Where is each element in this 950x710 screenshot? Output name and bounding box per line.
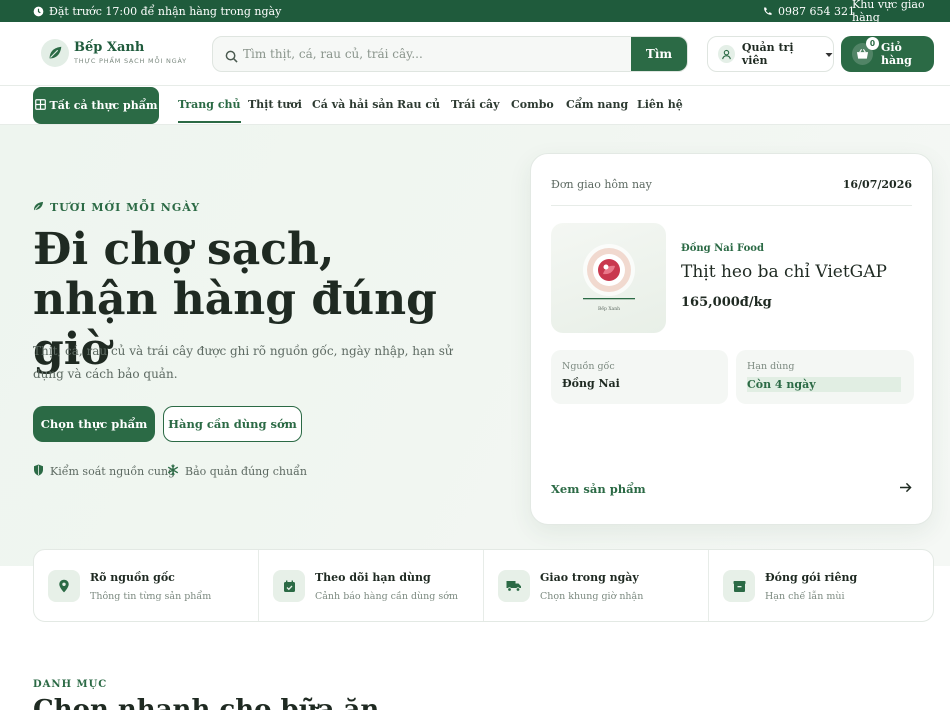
origin-label: Nguồn gốc: [562, 361, 615, 372]
proper-storage-badge: Bảo quản đúng chuẩn: [167, 464, 307, 479]
feature-expiry: Theo dõi hạn dùng Cảnh báo hàng cần dùng…: [259, 550, 484, 621]
feature-packaging: Đóng gói riêng Hạn chế lẫn mùi: [709, 550, 933, 621]
expiry-value: Còn 4 ngày: [747, 377, 901, 392]
shield-icon: [33, 464, 44, 479]
today-order-card: Đơn giao hôm nay 16/07/2026 Bếp Xanh Đồn…: [530, 153, 933, 525]
features-strip: Rõ nguồn gốc Thông tin từng sản phẩm The…: [33, 549, 934, 622]
account-label: Quản trị viên: [741, 41, 794, 67]
grid-icon: [34, 98, 46, 113]
nav-item-fruits[interactable]: Trái cây: [451, 98, 500, 111]
divider: [551, 205, 912, 206]
feature-subtitle: Chọn khung giờ nhận: [540, 591, 644, 602]
hero-eyebrow-text: TƯƠI MỚI MỖI NGÀY: [50, 201, 201, 214]
nav-item-seafood[interactable]: Cá và hải sản: [312, 98, 394, 111]
cart-count-badge: 0: [865, 37, 879, 50]
origin-value: Đồng Nai: [562, 377, 620, 390]
supply-control-badge: Kiểm soát nguồn cung: [33, 464, 175, 479]
search-icon: [225, 48, 238, 67]
choose-food-button[interactable]: Chọn thực phẩm: [33, 406, 155, 442]
hero-description: Thịt, cá, rau củ và trái cây được ghi rõ…: [33, 344, 453, 381]
image-caption: Bếp Xanh: [597, 305, 619, 312]
truck-icon: [498, 570, 530, 602]
arrow-right-icon: [899, 482, 912, 496]
cart-label: Giỏ hàng: [880, 41, 912, 67]
delivery-area-link[interactable]: Khu vực giao hàng: [852, 0, 950, 24]
search-button[interactable]: Tìm: [631, 37, 687, 71]
order-card-heading: Đơn giao hôm nay: [551, 178, 652, 191]
account-menu[interactable]: Quản trị viên: [707, 36, 834, 72]
proper-storage-text: Bảo quản đúng chuẩn: [185, 465, 307, 478]
nav-item-vegetables[interactable]: Rau củ: [397, 98, 440, 111]
nav-item-contact[interactable]: Liên hệ: [637, 98, 683, 111]
clock-icon: [33, 6, 44, 17]
delivery-notice: Đặt trước 17:00 để nhận hàng trong ngày: [33, 0, 281, 22]
feature-title: Rõ nguồn gốc: [90, 571, 175, 584]
category-section-title: Chọn nhanh cho bữa ăn: [33, 695, 380, 710]
feature-title: Giao trong ngày: [540, 571, 639, 584]
search-input[interactable]: [243, 37, 643, 71]
supply-control-text: Kiểm soát nguồn cung: [50, 465, 176, 478]
feature-same-day: Giao trong ngày Chọn khung giờ nhận: [484, 550, 709, 621]
hotline-number[interactable]: 0987 654 321: [778, 5, 855, 18]
feature-subtitle: Hạn chế lẫn mùi: [765, 591, 845, 602]
feature-subtitle: Thông tin từng sản phẩm: [90, 591, 212, 602]
order-card-header: Đơn giao hôm nay 16/07/2026: [551, 178, 912, 191]
main-nav: Tất cả thực phẩm Trang chủ Thịt tươi Cá …: [0, 86, 950, 125]
nav-item-combo[interactable]: Combo: [511, 98, 554, 111]
leaf-logo-icon: [41, 39, 69, 67]
location-pin-icon: [48, 570, 80, 602]
calendar-check-icon: [273, 570, 305, 602]
view-product-label: Xem sản phẩm: [551, 482, 646, 496]
phone-icon: [762, 6, 773, 17]
snowflake-icon: [167, 464, 179, 479]
product-name[interactable]: Thịt heo ba chỉ VietGAP: [681, 262, 887, 282]
product-brand: Đồng Nai Food: [681, 243, 764, 254]
top-bar: Đặt trước 17:00 để nhận hàng trong ngày …: [0, 0, 950, 24]
search-bar: Tìm: [212, 36, 688, 72]
category-eyebrow: DANH MỤC: [33, 679, 108, 690]
product-price: 165,000đ/kg: [681, 295, 772, 310]
cart-button[interactable]: 0 Giỏ hàng: [841, 36, 934, 72]
feature-subtitle: Cảnh báo hàng cần dùng sớm: [315, 591, 458, 602]
logo-title: Bếp Xanh: [74, 40, 145, 55]
order-date: 16/07/2026: [842, 178, 912, 191]
product-image[interactable]: Bếp Xanh: [551, 223, 666, 333]
logo[interactable]: Bếp Xanh THỰC PHẨM SẠCH MỖI NGÀY: [41, 39, 187, 67]
expiry-label: Hạn dùng: [747, 361, 795, 372]
feature-title: Đóng gói riêng: [765, 571, 858, 584]
feature-title: Theo dõi hạn dùng: [315, 571, 431, 584]
view-product-link[interactable]: Xem sản phẩm: [551, 482, 912, 496]
all-categories-button[interactable]: Tất cả thực phẩm: [33, 87, 159, 124]
hero-eyebrow: TƯƠI MỚI MỖI NGÀY: [33, 201, 200, 214]
all-categories-label: Tất cả thực phẩm: [49, 99, 158, 112]
delivery-notice-text: Đặt trước 17:00 để nhận hàng trong ngày: [49, 4, 282, 18]
expiry-box: Hạn dùng Còn 4 ngày: [736, 350, 914, 404]
site-header: Bếp Xanh THỰC PHẨM SẠCH MỖI NGÀY Tìm Quả…: [0, 22, 950, 86]
box-icon: [723, 570, 755, 602]
origin-box: Nguồn gốc Đồng Nai: [551, 350, 728, 404]
use-soon-button[interactable]: Hàng cần dùng sớm: [163, 406, 302, 442]
hotline[interactable]: 0987 654 321: [762, 0, 855, 22]
nav-item-home[interactable]: Trang chủ: [178, 98, 241, 123]
feature-origin: Rõ nguồn gốc Thông tin từng sản phẩm: [34, 550, 259, 621]
logo-subtitle: THỰC PHẨM SẠCH MỖI NGÀY: [74, 57, 187, 65]
leaf-icon: [33, 201, 44, 214]
caret-down-icon: [825, 48, 833, 61]
user-icon: [718, 45, 735, 63]
basket-icon: 0: [852, 37, 879, 65]
meat-plate-illustration: Bếp Xanh: [582, 244, 635, 312]
nav-item-guide[interactable]: Cẩm nang: [566, 98, 628, 111]
nav-item-fresh-meat[interactable]: Thịt tươi: [248, 98, 302, 111]
